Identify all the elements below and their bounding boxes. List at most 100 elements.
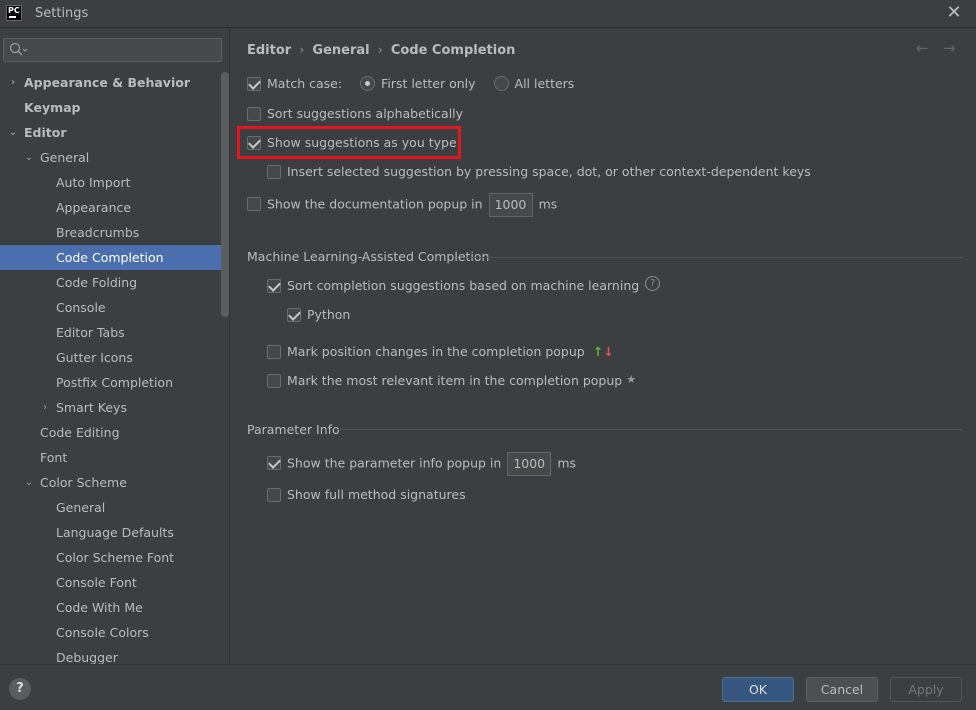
sort-alpha-row: Sort suggestions alphabetically (247, 104, 463, 124)
tree-item-label: Editor (24, 125, 67, 140)
tree-item-label: Console Colors (56, 625, 149, 640)
tree-item-label: Debugger (56, 650, 118, 664)
chevron-down-icon[interactable]: ⌄ (23, 470, 35, 495)
chevron-right-icon[interactable]: › (7, 70, 19, 95)
tree-item-label: Code Folding (56, 275, 138, 290)
tree-item-code-completion[interactable]: Code Completion (0, 245, 229, 270)
forward-arrow-icon[interactable]: → (943, 39, 956, 57)
mark-position-row: Mark position changes in the completion … (267, 342, 614, 362)
insert-selected-row: Insert selected suggestion by pressing s… (267, 162, 811, 182)
tree-item-appearance[interactable]: Appearance (0, 195, 229, 220)
match-case-checkbox[interactable] (247, 76, 261, 91)
tree-item-code-with-me[interactable]: Code With Me (0, 595, 229, 620)
tree-item-label: Appearance (56, 200, 132, 215)
tree-item-appearance-behavior[interactable]: › Appearance & Behavior (0, 70, 229, 95)
position-change-icon: ↑↓ (592, 344, 614, 359)
tree-item-label: Color Scheme (40, 475, 127, 490)
tree-item-editor-tabs[interactable]: Editor Tabs (0, 320, 229, 345)
tree-item-label: Keymap (24, 100, 81, 115)
breadcrumb-general[interactable]: General (312, 43, 369, 58)
tree-item-label: General (40, 150, 90, 165)
search-icon (9, 42, 28, 56)
param-popup-checkbox[interactable] (267, 456, 281, 470)
sort-alpha-label: Sort suggestions alphabetically (267, 106, 464, 121)
help-button[interactable]: ? (9, 678, 31, 700)
breadcrumb-separator: › (377, 43, 383, 58)
insert-selected-checkbox[interactable] (267, 164, 281, 179)
star-icon: ★ (626, 373, 637, 386)
tree-item-gutter-icons[interactable]: Gutter Icons (0, 345, 229, 370)
tree-item-console-colors[interactable]: Console Colors (0, 620, 229, 645)
doc-popup-label: Show the documentation popup in (267, 196, 483, 212)
tree-item-label: Code With Me (56, 600, 143, 615)
tree-item-auto-import[interactable]: Auto Import (0, 170, 229, 195)
match-case-label: Match case: (267, 76, 343, 91)
all-letters-radio[interactable] (493, 76, 509, 91)
title-bar: PC Settings ✕ (0, 0, 976, 28)
settings-content: Editor › General › Code Completion ← → Match… (231, 29, 976, 664)
match-case-row: Match case: First letter only All letter… (247, 74, 574, 94)
tree-item-smart-keys[interactable]: › Smart Keys (0, 395, 229, 420)
cancel-button[interactable]: Cancel (806, 677, 878, 702)
tree-item-code-folding[interactable]: Code Folding (0, 270, 229, 295)
help-icon[interactable]: ? (645, 276, 661, 291)
tree-item-label: Console (56, 300, 106, 315)
tree-item-code-editing[interactable]: Code Editing (0, 420, 229, 445)
doc-popup-checkbox[interactable] (247, 197, 261, 211)
close-icon[interactable]: ✕ (944, 3, 964, 23)
tree-item-label: General (56, 500, 106, 515)
mark-relevant-label: Mark the most relevant item in the compl… (287, 373, 623, 388)
pycharm-logo-icon: PC (6, 5, 22, 21)
tree-item-label: Smart Keys (56, 400, 127, 415)
tree-item-breadcrumbs[interactable]: Breadcrumbs (0, 220, 229, 245)
highlight-annotation (237, 126, 461, 159)
tree-item-label: Code Editing (40, 425, 120, 440)
tree-item-label: Appearance & Behavior (24, 75, 190, 90)
tree-item-color-scheme-general[interactable]: General (0, 495, 229, 520)
tree-item-keymap[interactable]: Keymap (0, 95, 229, 120)
mark-relevant-checkbox[interactable] (267, 373, 281, 388)
full-signatures-row: Show full method signatures (267, 485, 466, 505)
tree-item-color-scheme-font[interactable]: Color Scheme Font (0, 545, 229, 570)
param-section-title: Parameter Info (247, 422, 340, 437)
python-label: Python (307, 307, 351, 322)
all-letters-label: All letters (514, 76, 575, 91)
ml-section-divider (467, 257, 962, 258)
chevron-down-icon[interactable]: ⌄ (7, 120, 19, 145)
tree-item-label: Breadcrumbs (56, 225, 140, 240)
mark-position-checkbox[interactable] (267, 344, 281, 359)
sort-ml-checkbox[interactable] (267, 278, 281, 293)
sidebar-scrollbar[interactable] (221, 72, 229, 317)
tree-item-language-defaults[interactable]: Language Defaults (0, 520, 229, 545)
chevron-right-icon[interactable]: › (39, 395, 51, 420)
settings-search-input[interactable] (3, 38, 222, 62)
breadcrumb-editor[interactable]: Editor (247, 43, 291, 58)
full-signatures-checkbox[interactable] (267, 487, 281, 502)
python-checkbox[interactable] (287, 307, 301, 322)
settings-sidebar: › Appearance & Behavior Keymap ⌄ Editor … (0, 29, 230, 664)
ml-section-title: Machine Learning-Assisted Completion (247, 249, 490, 264)
tree-item-color-scheme[interactable]: ⌄ Color Scheme (0, 470, 229, 495)
tree-item-label: Gutter Icons (56, 350, 133, 365)
param-popup-ms-input[interactable]: 1000 (507, 452, 552, 476)
first-letter-only-label: First letter only (381, 76, 476, 91)
ms-label: ms (557, 455, 577, 471)
settings-tree: › Appearance & Behavior Keymap ⌄ Editor … (0, 70, 229, 664)
apply-button[interactable]: Apply (890, 677, 962, 702)
mark-position-label: Mark position changes in the completion … (287, 344, 585, 359)
chevron-down-icon[interactable]: ⌄ (23, 145, 35, 170)
ok-button[interactable]: OK (722, 677, 794, 702)
tree-item-debugger[interactable]: Debugger (0, 645, 229, 664)
tree-item-postfix-completion[interactable]: Postfix Completion (0, 370, 229, 395)
tree-item-editor[interactable]: ⌄ Editor (0, 120, 229, 145)
doc-popup-ms-input[interactable]: 1000 (488, 193, 533, 217)
back-arrow-icon[interactable]: ← (916, 39, 929, 57)
first-letter-only-radio[interactable] (360, 76, 376, 91)
tree-item-console-font[interactable]: Console Font (0, 570, 229, 595)
breadcrumb: Editor › General › Code Completion (247, 43, 515, 58)
tree-item-console[interactable]: Console (0, 295, 229, 320)
tree-item-label: Code Completion (56, 250, 164, 265)
sort-alpha-checkbox[interactable] (247, 106, 261, 121)
tree-item-general[interactable]: ⌄ General (0, 145, 229, 170)
tree-item-font[interactable]: Font (0, 445, 229, 470)
